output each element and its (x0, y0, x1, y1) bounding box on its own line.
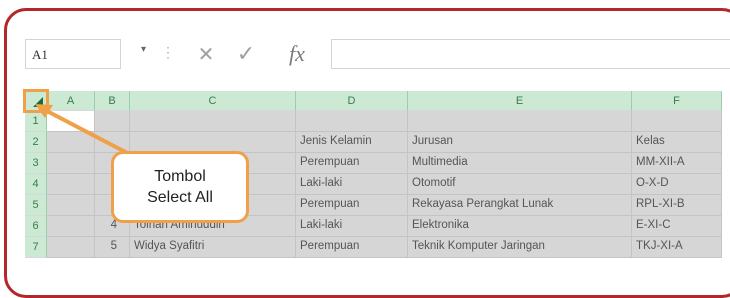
callout-line-1: Tombol (154, 168, 206, 185)
screenshot-frame: A1 ▾ ⋮ ✕ ✓ fx A B C D E F 1 2 Jenis Kelamin Jurus… (4, 8, 730, 298)
select-all-callout: Tombol Select All (111, 151, 249, 223)
callout-arrow-line (43, 108, 133, 157)
callout-line-2: Select All (147, 189, 213, 206)
